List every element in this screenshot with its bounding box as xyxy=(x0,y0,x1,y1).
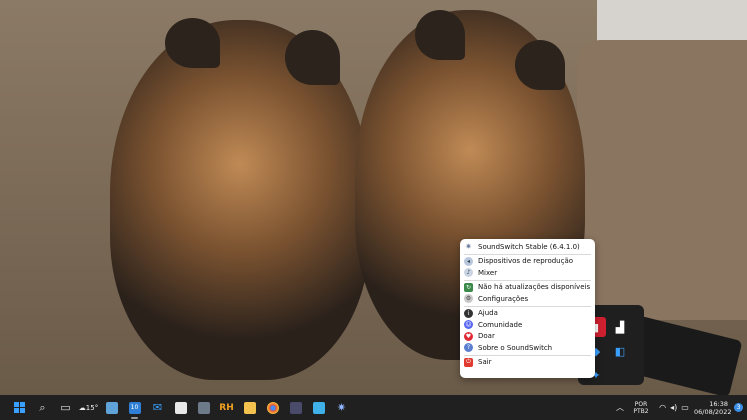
community-icon: ☺ xyxy=(464,320,473,330)
taskbar-calculator[interactable] xyxy=(192,395,215,420)
weather-widget[interactable]: ☁ 15° xyxy=(77,395,100,420)
taskbar: ⌕ ▭ ☁ 15° 10 ✉ RH ✷ ︿ POR PTB2 ◠ ◂) ▭ 16… xyxy=(0,395,747,420)
taskbar-app-badge[interactable]: 10 xyxy=(123,395,146,420)
menu-separator xyxy=(464,305,591,307)
weather-temp: 15° xyxy=(85,403,99,412)
calculator-icon xyxy=(197,401,210,414)
menu-item-updates[interactable]: ↻ Não há atualizações disponíveis xyxy=(460,282,595,294)
chevron-up-icon[interactable]: ︿ xyxy=(612,402,628,413)
menu-item-about[interactable]: ? Sobre o SoundSwitch xyxy=(460,342,595,354)
wallpaper-sofa-cushion xyxy=(577,40,747,320)
chrome-icon xyxy=(266,401,279,414)
wallpaper-puppy-left xyxy=(110,18,370,380)
windows-logo-icon xyxy=(14,402,25,413)
app-dark-icon xyxy=(289,401,302,414)
notification-badge[interactable]: 3 xyxy=(734,403,743,412)
menu-separator xyxy=(464,354,591,356)
menu-item-playback-devices[interactable]: ◂ Dispositivos de reprodução xyxy=(460,256,595,268)
soundswitch-icon: ✷ xyxy=(336,401,347,414)
taskbar-chrome[interactable] xyxy=(261,395,284,420)
menu-item-exit[interactable]: ⏻ Sair xyxy=(460,357,595,369)
mail-icon: ✉ xyxy=(152,401,163,414)
tray-app-d-icon[interactable]: ◧ xyxy=(610,341,630,361)
menu-item-settings[interactable]: ⚙ Configurações xyxy=(460,293,595,305)
taskbar-notepad[interactable] xyxy=(307,395,330,420)
taskbar-mail[interactable]: ✉ xyxy=(146,395,169,420)
app-badge-icon: 10 xyxy=(128,401,141,414)
task-view-button[interactable]: ▭ xyxy=(54,395,77,420)
menu-item-donate[interactable]: ♥ Doar xyxy=(460,331,595,343)
start-button[interactable] xyxy=(8,395,31,420)
quick-settings[interactable]: ◠ ◂) ▭ xyxy=(654,403,694,412)
language-indicator[interactable]: POR PTB2 xyxy=(628,401,654,415)
notepad-icon xyxy=(312,401,325,414)
donate-icon: ♥ xyxy=(464,331,473,341)
menu-separator xyxy=(464,253,591,255)
task-view-icon: ▭ xyxy=(60,401,71,414)
rh-app-icon: RH xyxy=(219,402,234,413)
volume-icon: ◂) xyxy=(670,403,678,412)
menu-title: ✷ SoundSwitch Stable (6.4.1.0) xyxy=(465,242,580,252)
soundswitch-logo-icon: ✷ xyxy=(465,242,472,252)
wallpaper-wall xyxy=(597,0,747,42)
cloud-icon: ☁ xyxy=(78,403,86,412)
search-button[interactable]: ⌕ xyxy=(31,395,54,420)
system-tray: ︿ POR PTB2 ◠ ◂) ▭ 16:38 06/08/2022 3 xyxy=(612,395,747,420)
menu-item-community[interactable]: ☺ Comunidade xyxy=(460,319,595,331)
settings-icon: ⚙ xyxy=(464,294,473,304)
battery-icon: ▭ xyxy=(681,403,689,412)
update-icon: ↻ xyxy=(464,282,473,292)
mixer-icon: ♪ xyxy=(464,268,473,278)
store-icon xyxy=(174,401,187,414)
about-icon: ? xyxy=(464,343,473,353)
taskbar-soundswitch[interactable]: ✷ xyxy=(330,395,353,420)
wifi-icon: ◠ xyxy=(659,403,667,412)
help-icon: i xyxy=(464,308,473,318)
clock[interactable]: 16:38 06/08/2022 xyxy=(694,400,731,416)
taskbar-apps: ⌕ ▭ ☁ 15° 10 ✉ RH ✷ xyxy=(8,395,353,420)
menu-item-help[interactable]: i Ajuda xyxy=(460,308,595,320)
taskbar-rh[interactable]: RH xyxy=(215,395,238,420)
taskbar-photos[interactable] xyxy=(100,395,123,420)
menu-item-mixer[interactable]: ♪ Mixer xyxy=(460,267,595,279)
taskbar-app-dark[interactable] xyxy=(284,395,307,420)
taskbar-store[interactable] xyxy=(169,395,192,420)
speaker-icon: ◂ xyxy=(464,256,473,266)
photos-icon xyxy=(105,401,118,414)
search-icon: ⌕ xyxy=(39,400,46,414)
exit-icon: ⏻ xyxy=(464,357,473,367)
tray-equalizer-icon[interactable]: ▟ xyxy=(610,317,630,337)
folder-icon xyxy=(243,401,256,414)
soundswitch-context-menu: ✷ SoundSwitch Stable (6.4.1.0) ◂ Disposi… xyxy=(460,239,595,378)
taskbar-file-explorer[interactable] xyxy=(238,395,261,420)
menu-separator xyxy=(464,279,591,281)
